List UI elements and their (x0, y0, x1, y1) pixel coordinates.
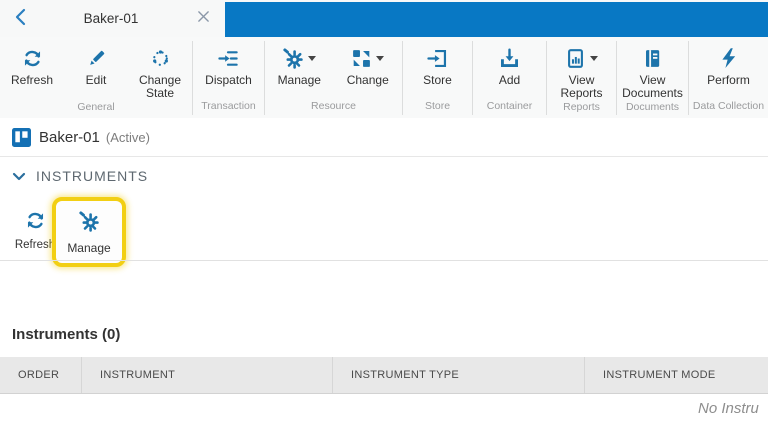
manage-button-highlight[interactable]: Manage (52, 197, 126, 267)
tab-bar-fill (225, 2, 768, 37)
refresh-icon (25, 209, 46, 233)
toolbar-group-documents: View Documents Documents (617, 41, 689, 115)
toolbar-group-label: Container (486, 100, 533, 112)
toolbar-group-label: Reports (563, 100, 600, 113)
toolbar-group-label: Data Collection (692, 100, 765, 112)
toolbar-group-data-collection: Perform Data Collection (689, 41, 768, 115)
add-icon (499, 46, 520, 70)
record-title: Baker-01 (39, 128, 100, 146)
toolbar-button-label: View Reports (560, 73, 603, 101)
app-window: Baker-01 Refresh Edit Change State General D… (0, 0, 768, 432)
button-label: Refresh (14, 238, 56, 251)
toolbar-button-label: Add (498, 73, 521, 87)
toolbar-group-label: Resource (311, 100, 356, 112)
manage-icon (282, 46, 317, 70)
record-status: (Active) (105, 129, 150, 145)
toolbar-button-view-documents[interactable]: View Documents (617, 41, 688, 101)
toolbar-group-general: Refresh Edit Change State General (0, 41, 193, 115)
view-reports-icon (565, 46, 598, 70)
back-button[interactable] (8, 8, 34, 30)
toolbar-button-dispatch[interactable]: Dispatch (193, 41, 264, 100)
toolbar-button-change-state[interactable]: Change State (128, 41, 192, 101)
column-header-instrument-mode[interactable]: INSTRUMENT MODE (585, 357, 768, 393)
instruments-table-header: ORDER INSTRUMENT INSTRUMENT TYPE INSTRUMENT… (0, 357, 768, 394)
toolbar-button-perform[interactable]: Perform (689, 41, 768, 100)
toolbar-button-label: Manage (277, 73, 321, 87)
toolbar-group-label: Transaction (201, 100, 256, 112)
manage-icon (78, 209, 100, 233)
toolbar-group-transaction: Dispatch Transaction (193, 41, 265, 115)
refresh-icon (22, 46, 43, 70)
column-header-instrument-type[interactable]: INSTRUMENT TYPE (333, 357, 585, 393)
instruments-table-title: Instruments (0) (12, 326, 121, 343)
toolbar-button-label: Change State (138, 73, 182, 101)
toolbar-group-reports: View Reports Reports (547, 41, 617, 115)
button-label: Manage (67, 240, 111, 255)
chevron-down-icon (12, 172, 26, 181)
chevron-down-icon (308, 55, 317, 61)
chevron-down-icon (590, 55, 598, 61)
instruments-section-title: INSTRUMENTS (36, 168, 149, 184)
edit-icon (86, 46, 107, 70)
tab-bar: Baker-01 (0, 0, 768, 37)
chevron-down-icon (376, 55, 385, 61)
ribbon-toolbar: Refresh Edit Change State General Dispatch Tr… (0, 37, 768, 119)
chevron-left-icon (13, 8, 29, 31)
tab-title: Baker-01 (83, 11, 139, 26)
toolbar-group-label: General (77, 100, 115, 113)
table-empty-message: No Instru (698, 400, 759, 417)
toolbar-button-change[interactable]: Change (334, 41, 403, 100)
instruments-sub-toolbar: Refresh Manage (0, 196, 768, 267)
instrument-record-icon (12, 127, 31, 147)
section-divider (0, 260, 768, 261)
toolbar-button-label: Edit (85, 73, 107, 87)
toolbar-group-store: Store Store (403, 41, 473, 115)
toolbar-button-label: Perform (707, 73, 750, 87)
toolbar-button-label: Store (423, 73, 452, 87)
toolbar-button-store[interactable]: Store (403, 41, 472, 100)
toolbar-button-refresh[interactable]: Refresh (0, 41, 64, 101)
record-header: Baker-01 (Active) (0, 118, 768, 157)
store-icon (427, 46, 448, 70)
view-documents-icon (642, 46, 663, 70)
perform-icon (718, 46, 740, 70)
toolbar-group-label: Store (424, 100, 451, 112)
tab-baker-01[interactable]: Baker-01 (34, 0, 218, 37)
toolbar-group-container: Add Container (473, 41, 547, 115)
toolbar-button-label: Change (346, 73, 389, 87)
instruments-section-header[interactable]: INSTRUMENTS (0, 162, 148, 190)
toolbar-button-label: Dispatch (205, 73, 252, 87)
change-state-icon (150, 46, 171, 70)
toolbar-button-edit[interactable]: Edit (64, 41, 128, 101)
tab-close-button[interactable] (188, 0, 218, 37)
change-icon (351, 46, 385, 70)
toolbar-button-add[interactable]: Add (473, 41, 546, 100)
toolbar-group-label: Documents (625, 100, 680, 113)
column-header-instrument[interactable]: INSTRUMENT (82, 357, 333, 393)
toolbar-button-manage[interactable]: Manage (265, 41, 334, 100)
toolbar-button-label: Refresh (10, 73, 54, 87)
toolbar-button-view-reports[interactable]: View Reports (547, 41, 616, 101)
x-icon (197, 10, 210, 28)
toolbar-button-label: View Documents (622, 73, 683, 101)
column-header-order[interactable]: ORDER (0, 357, 82, 393)
dispatch-icon (218, 46, 239, 70)
toolbar-group-resource: Manage Change Resource (265, 41, 403, 115)
